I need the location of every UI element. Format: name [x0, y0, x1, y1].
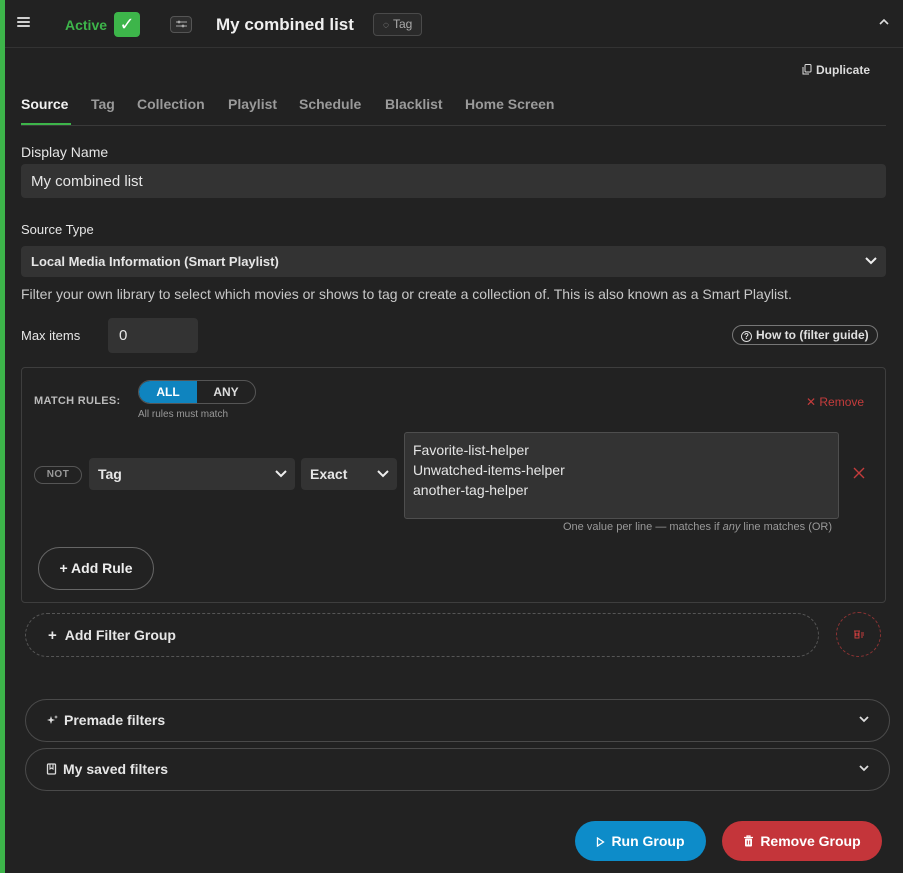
add-filter-group-button[interactable]: + Add Filter Group [25, 613, 819, 657]
close-icon: ✕ [806, 395, 820, 409]
question-icon: ? [741, 331, 752, 342]
rule-field-select[interactable]: Tag [89, 458, 295, 490]
rule-value-line: another-tag-helper [413, 482, 529, 498]
rule-value-line: Favorite-list-helper [413, 442, 529, 458]
chevron-down-icon [377, 470, 389, 478]
active-label: Active [65, 17, 108, 33]
tab-schedule[interactable]: Schedule [299, 96, 361, 112]
active-tab-underline [21, 123, 71, 125]
duplicate-label: Duplicate [816, 63, 871, 77]
display-name-input[interactable]: My combined list [21, 164, 886, 198]
values-hint-emphasis: any [722, 521, 741, 533]
tab-home-screen[interactable]: Home Screen [465, 96, 554, 112]
remove-link-label: Remove [819, 395, 865, 409]
play-icon [597, 836, 606, 848]
settings-sliders-button[interactable] [170, 16, 192, 33]
saved-filters-accordion[interactable]: My saved filters [25, 748, 890, 791]
chevron-down-icon [859, 716, 869, 723]
values-hint-text-end: line matches (OR) [740, 521, 833, 533]
source-type-help: Filter your own library to select which … [21, 286, 792, 302]
bookmark-icon [46, 763, 57, 775]
max-items-label: Max items [21, 328, 81, 343]
duplicate-button[interactable]: Duplicate [802, 63, 870, 77]
filter-guide-button[interactable]: ? How to (filter guide) [732, 325, 878, 345]
active-checkbox[interactable]: ✓ [114, 12, 140, 37]
display-name-label: Display Name [21, 144, 109, 160]
tab-tag[interactable]: Tag [91, 96, 115, 112]
source-type-select[interactable]: Local Media Information (Smart Playlist) [21, 246, 886, 277]
delete-group-button[interactable] [836, 612, 881, 657]
tag-icon: ◌ [383, 20, 389, 31]
group-title: My combined list [216, 15, 354, 34]
tab-blacklist[interactable]: Blacklist [385, 96, 443, 112]
chevron-down-icon [865, 257, 877, 265]
remove-filter-group-link[interactable]: ✕ Remove [806, 395, 864, 409]
chevron-down-icon [859, 765, 869, 772]
tag-chip-label: Tag [392, 17, 413, 31]
sliders-icon [176, 20, 187, 28]
trash-icon [744, 835, 754, 847]
saved-filters-label: My saved filters [63, 761, 169, 777]
sparkles-icon [47, 715, 58, 724]
rule-values-hint: One value per line — matches if any line… [563, 521, 832, 533]
delete-rule-icon[interactable] [852, 466, 866, 480]
source-type-value: Local Media Information (Smart Playlist) [31, 254, 279, 269]
match-mode-toggle: ALL ANY [138, 380, 256, 404]
rule-values-textarea[interactable]: Favorite-list-helper Unwatched-items-hel… [404, 432, 839, 519]
group-header: Active ✓ My combined list ◌ Tag [5, 0, 903, 48]
rule-operator-value: Exact [310, 466, 348, 482]
plus-icon: + [48, 627, 57, 644]
match-rules-label: MATCH RULES: [34, 395, 121, 407]
tab-playlist[interactable]: Playlist [228, 96, 277, 112]
trash-icon [854, 630, 864, 639]
source-type-label: Source Type [21, 222, 94, 237]
chevron-up-icon[interactable] [877, 15, 891, 29]
group-panel: Active ✓ My combined list ◌ Tag Duplicate… [5, 0, 903, 873]
tab-bar: Source Tag Collection Playlist Schedule … [21, 94, 886, 126]
remove-group-button[interactable]: Remove Group [722, 821, 882, 861]
remove-group-label: Remove Group [760, 833, 861, 849]
not-toggle[interactable]: NOT [34, 466, 82, 484]
tab-source[interactable]: Source [21, 96, 68, 112]
run-group-label: Run Group [611, 833, 685, 849]
rule-value-line: Unwatched-items-helper [413, 462, 565, 478]
filter-guide-label: How to (filter guide) [756, 328, 869, 342]
match-all-option[interactable]: ALL [139, 381, 197, 403]
rule-operator-select[interactable]: Exact [301, 458, 397, 490]
tab-collection[interactable]: Collection [137, 96, 205, 112]
values-hint-text: One value per line — matches if [563, 521, 723, 533]
type-tag-chip[interactable]: ◌ Tag [373, 13, 423, 36]
rule-field-value: Tag [98, 466, 122, 482]
match-any-option[interactable]: ANY [197, 381, 255, 403]
filter-group-box: MATCH RULES: ALL ANY All rules must matc… [21, 367, 886, 603]
max-items-input[interactable]: 0 [108, 318, 198, 353]
copy-icon [802, 64, 812, 75]
drag-handle-icon[interactable] [17, 17, 30, 29]
run-group-button[interactable]: Run Group [575, 821, 706, 861]
add-filter-group-label: Add Filter Group [64, 627, 176, 643]
match-mode-hint: All rules must match [138, 409, 229, 420]
premade-filters-accordion[interactable]: Premade filters [25, 699, 890, 742]
add-rule-button[interactable]: + Add Rule [38, 547, 154, 590]
premade-filters-label: Premade filters [64, 712, 166, 728]
chevron-down-icon [275, 470, 287, 478]
